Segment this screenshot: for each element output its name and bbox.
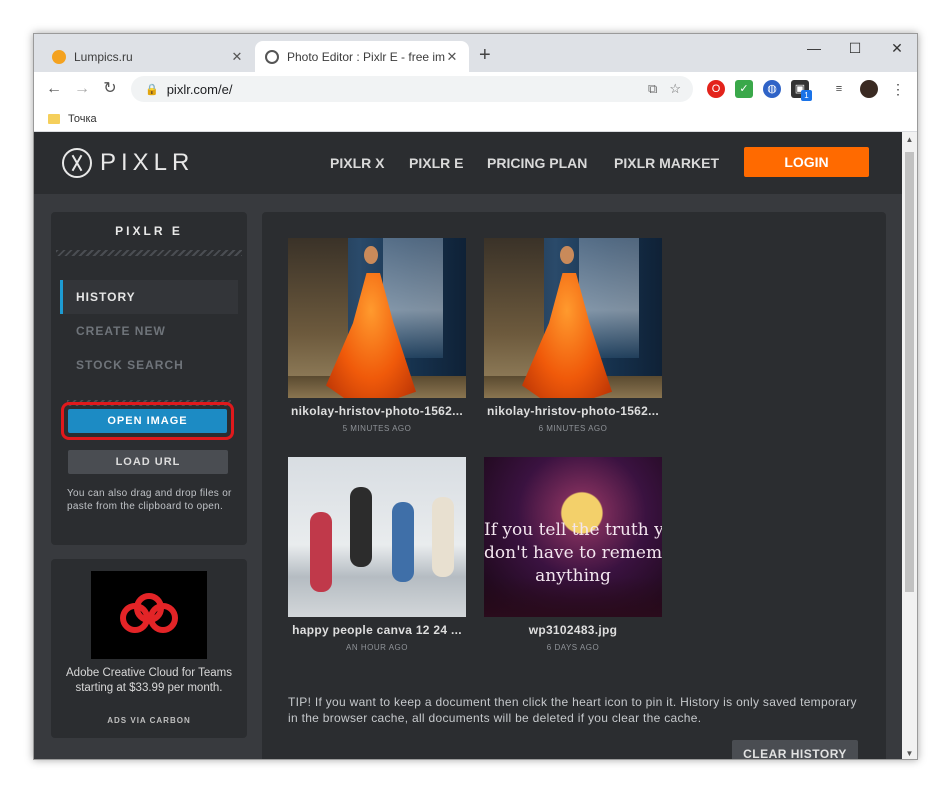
- sidebar: PIXLR E HISTORY CREATE NEW STOCK SEARCH …: [51, 212, 247, 545]
- address-bar[interactable]: 🔒 pixlr.com/e/ ⧉ ☆: [131, 76, 693, 102]
- lumpics-favicon-icon: [52, 49, 66, 64]
- thumbnail-quote: If you tell the truth you don't have to …: [484, 519, 662, 588]
- checkmark-extension-icon[interactable]: ✓: [735, 80, 753, 98]
- history-item-name: nikolay-hristov-photo-1562...: [486, 404, 660, 418]
- ad-card[interactable]: Adobe Creative Cloud for Teams starting …: [51, 559, 247, 738]
- creative-cloud-icon: [120, 593, 178, 637]
- quote-line: don't have to remember: [484, 543, 662, 563]
- quote-line: If you tell the truth you: [484, 520, 662, 540]
- tab-close-icon[interactable]: ✕: [445, 49, 459, 65]
- maximize-icon[interactable]: ☐: [840, 40, 870, 57]
- sidebar-item-create-new[interactable]: CREATE NEW: [60, 314, 238, 348]
- history-item[interactable]: happy people canva 12 24 ... AN HOUR AGO: [288, 457, 466, 652]
- browser-window: Lumpics.ru ✕ Photo Editor : Pixlr E - fr…: [33, 33, 918, 760]
- tab-title: Lumpics.ru: [74, 49, 133, 64]
- pixlr-logo[interactable]: PIXLR: [62, 148, 194, 178]
- menu-kebab-icon[interactable]: ⋮: [889, 80, 907, 98]
- tab-strip: Lumpics.ru ✕ Photo Editor : Pixlr E - fr…: [34, 34, 917, 72]
- history-item-name: nikolay-hristov-photo-1562...: [290, 404, 464, 418]
- history-item-name: happy people canva 12 24 ...: [292, 623, 462, 637]
- nav-pixlr-market[interactable]: PIXLR MARKET: [614, 155, 719, 171]
- drag-drop-note: You can also drag and drop files or past…: [67, 488, 232, 512]
- logo-text: PIXLR: [100, 149, 195, 176]
- sidebar-title: PIXLR E: [115, 224, 183, 238]
- pixlr-favicon-icon: [265, 49, 279, 64]
- ad-image[interactable]: [91, 571, 207, 659]
- history-thumbnail[interactable]: [288, 457, 466, 617]
- sidebar-item-history[interactable]: HISTORY: [60, 280, 238, 314]
- nav-pixlr-x[interactable]: PIXLR X: [330, 155, 384, 171]
- history-item-name: wp3102483.jpg: [528, 623, 618, 637]
- history-panel: nikolay-hristov-photo-1562... 5 MINUTES …: [262, 212, 886, 759]
- bookmark-item[interactable]: Точка: [68, 113, 97, 125]
- open-image-highlight: OPEN IMAGE: [61, 402, 234, 440]
- new-tab-icon[interactable]: +: [479, 44, 491, 67]
- scroll-down-icon[interactable]: ▼: [902, 749, 917, 758]
- tab-pixlr[interactable]: Photo Editor : Pixlr E - free image ✕: [255, 41, 469, 72]
- history-tip: TIP! If you want to keep a document then…: [288, 695, 857, 725]
- nav-pricing-plan[interactable]: PRICING PLAN: [487, 155, 587, 171]
- history-item[interactable]: If you tell the truth you don't have to …: [484, 457, 662, 652]
- site-header: PIXLR PIXLR X PIXLR E PRICING PLAN PIXLR…: [34, 132, 904, 194]
- pixlr-page: PIXLR PIXLR X PIXLR E PRICING PLAN PIXLR…: [34, 132, 904, 759]
- translate-icon[interactable]: ⧉: [648, 81, 657, 97]
- scroll-up-icon[interactable]: ▲: [902, 135, 917, 144]
- minimize-icon[interactable]: —: [799, 40, 829, 56]
- history-item[interactable]: nikolay-hristov-photo-1562... 5 MINUTES …: [288, 238, 466, 433]
- media-control-icon[interactable]: ≡: [830, 80, 848, 98]
- folder-icon: [48, 113, 60, 124]
- history-item-time: 6 DAYS AGO: [546, 643, 600, 652]
- sidebar-item-stock-search[interactable]: STOCK SEARCH: [60, 348, 238, 382]
- avatar[interactable]: [860, 80, 878, 98]
- history-item-time: AN HOUR AGO: [346, 643, 408, 652]
- scrollbar-thumb[interactable]: [905, 152, 914, 592]
- extension-badge: 1: [801, 90, 812, 101]
- bookmarks-bar: Точка: [34, 106, 917, 132]
- reload-icon[interactable]: ↻: [98, 77, 122, 101]
- ad-text[interactable]: Adobe Creative Cloud for Teams starting …: [61, 666, 237, 696]
- globe-extension-icon[interactable]: ◍: [763, 80, 781, 98]
- quote-line: anything: [535, 566, 611, 586]
- history-thumbnail[interactable]: [288, 238, 466, 398]
- lock-icon: 🔒: [145, 83, 159, 96]
- history-thumbnail[interactable]: [484, 238, 662, 398]
- back-icon[interactable]: ←: [42, 77, 66, 101]
- ad-via-label[interactable]: ADS VIA CARBON: [51, 716, 247, 725]
- open-image-button[interactable]: OPEN IMAGE: [68, 409, 227, 433]
- tab-close-icon[interactable]: ✕: [230, 49, 244, 65]
- tab-title: Photo Editor : Pixlr E - free image: [287, 49, 445, 64]
- page-scrollbar[interactable]: ▲ ▼: [902, 132, 917, 759]
- login-button[interactable]: LOGIN: [744, 147, 869, 177]
- history-thumbnail[interactable]: If you tell the truth you don't have to …: [484, 457, 662, 617]
- load-url-button[interactable]: LOAD URL: [68, 450, 228, 474]
- history-item-time: 6 MINUTES AGO: [538, 424, 608, 433]
- opera-extension-icon[interactable]: O: [707, 80, 725, 98]
- bookmark-star-icon[interactable]: ☆: [669, 81, 681, 97]
- nav-pixlr-e[interactable]: PIXLR E: [409, 155, 463, 171]
- close-window-icon[interactable]: ✕: [882, 40, 912, 57]
- tab-lumpics[interactable]: Lumpics.ru ✕: [42, 41, 254, 72]
- forward-icon[interactable]: →: [70, 77, 94, 101]
- address-text: pixlr.com/e/: [166, 81, 233, 97]
- aperture-icon: [62, 148, 92, 178]
- history-item-time: 5 MINUTES AGO: [342, 424, 412, 433]
- browser-toolbar: ← → ↻ 🔒 pixlr.com/e/ ⧉ ☆ O ✓ ◍ ▣ 1 ≡ ⋮: [34, 72, 917, 106]
- clear-history-button[interactable]: CLEAR HISTORY: [732, 740, 858, 759]
- history-item[interactable]: nikolay-hristov-photo-1562... 6 MINUTES …: [484, 238, 662, 433]
